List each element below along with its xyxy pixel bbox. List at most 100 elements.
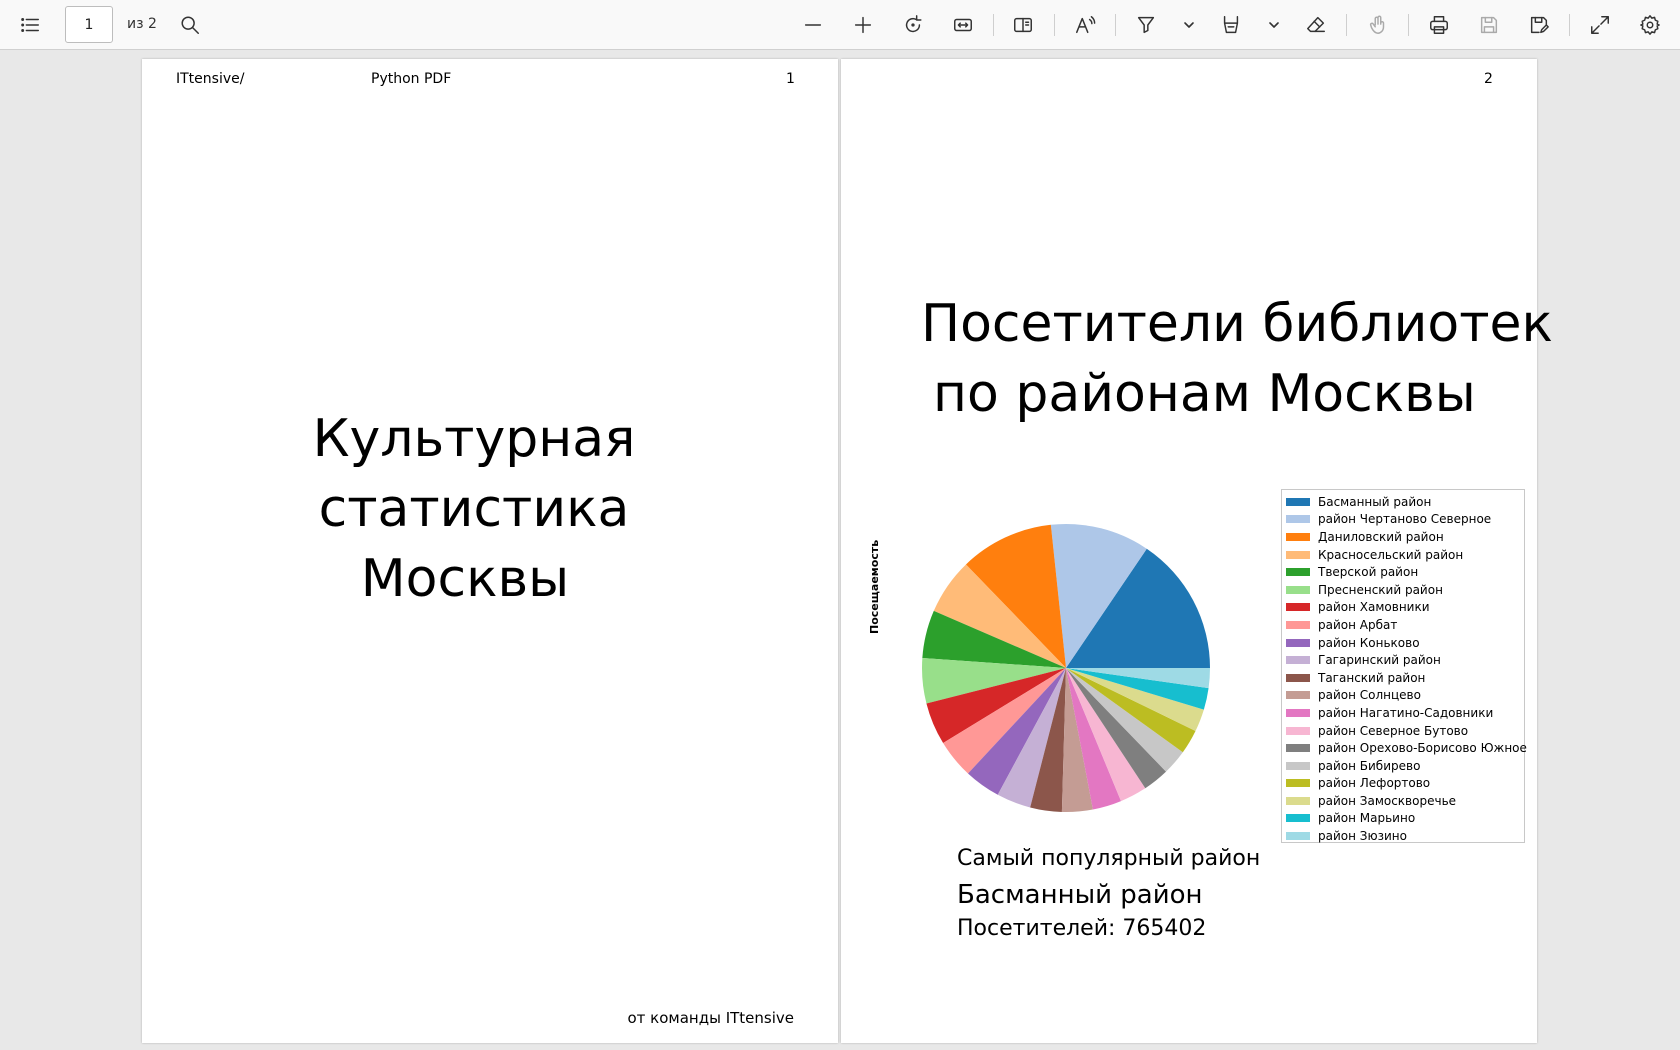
legend-swatch bbox=[1286, 708, 1310, 717]
legend-swatch bbox=[1286, 761, 1310, 770]
print-icon[interactable] bbox=[1421, 7, 1457, 43]
legend-label: район Нагатино-Садовники bbox=[1318, 705, 1494, 720]
legend-swatch bbox=[1286, 744, 1310, 753]
legend-swatch bbox=[1286, 673, 1310, 682]
toolbar-separator bbox=[1346, 14, 1347, 36]
toolbar-separator bbox=[993, 14, 994, 36]
legend-entry: район Зюзино bbox=[1286, 827, 1524, 845]
footer-text: от команды ITtensive bbox=[627, 1009, 794, 1027]
legend-swatch bbox=[1286, 638, 1310, 647]
summary-label: Самый популярный район bbox=[957, 846, 1261, 871]
legend-label: район Орехово-Борисово Южное bbox=[1318, 741, 1527, 756]
legend-swatch bbox=[1286, 814, 1310, 823]
draw-icon[interactable] bbox=[1213, 7, 1249, 43]
summary-district: Басманный район bbox=[957, 880, 1203, 910]
toolbar-separator bbox=[1569, 14, 1570, 36]
page-count: из 2 bbox=[127, 16, 157, 32]
legend-label: район Бибирево bbox=[1318, 758, 1421, 773]
settings-gear-icon[interactable] bbox=[1632, 7, 1668, 43]
rotate-icon[interactable] bbox=[895, 7, 931, 43]
legend-entry: Красносельский район bbox=[1286, 546, 1524, 564]
legend-swatch bbox=[1286, 796, 1310, 805]
summary-block: Самый популярный район Басманный район П… bbox=[957, 846, 1260, 941]
search-icon[interactable] bbox=[172, 7, 208, 43]
summary-visitors: Посетителей: 765402 bbox=[957, 916, 1207, 941]
cover-title-line: статистика bbox=[318, 479, 630, 539]
header-mid: Python PDF bbox=[371, 71, 452, 87]
report-title: Посетители библиотек по районам Москвы bbox=[921, 289, 1553, 429]
cover-title: Культурная статистика Москвы bbox=[142, 404, 806, 614]
legend-label: Красносельский район bbox=[1318, 547, 1464, 562]
legend-label: Гагаринский район bbox=[1318, 653, 1441, 668]
draw-options-chevron-down-icon[interactable] bbox=[1265, 7, 1283, 43]
legend-entry: район Орехово-Борисово Южное bbox=[1286, 739, 1527, 757]
highlight-icon[interactable] bbox=[1128, 7, 1164, 43]
pdf-toolbar: из 2 bbox=[0, 0, 1680, 50]
legend-swatch bbox=[1286, 515, 1310, 524]
zoom-in-icon[interactable] bbox=[845, 7, 881, 43]
legend-label: район Чертаново Северное bbox=[1318, 512, 1492, 527]
pie-chart-svg bbox=[922, 524, 1210, 812]
pdf-page-2: 2 Посетители библиотек по районам Москвы… bbox=[841, 59, 1553, 1043]
zoom-out-icon[interactable] bbox=[795, 7, 831, 43]
page-number: 1 bbox=[786, 71, 795, 87]
cover-title-line: Культурная bbox=[312, 409, 636, 469]
fullscreen-icon[interactable] bbox=[1582, 7, 1618, 43]
read-aloud-icon[interactable] bbox=[1067, 7, 1103, 43]
pdf-page-1: ITtensive/ Python PDF 1 Культурная стати… bbox=[142, 59, 838, 1043]
legend-entry: Басманный район bbox=[1286, 493, 1524, 511]
report-title-line: по районам Москвы bbox=[933, 364, 1476, 424]
legend-entry: район Марьино bbox=[1286, 810, 1524, 828]
legend-label: район Хамовники bbox=[1318, 600, 1430, 615]
header-left: ITtensive/ bbox=[176, 71, 245, 87]
legend-entry: Гагаринский район bbox=[1286, 651, 1524, 669]
save-icon[interactable] bbox=[1471, 7, 1507, 43]
toolbar-separator bbox=[1054, 14, 1055, 36]
pie-chart: Посещаемость Басманный район район Чертан… bbox=[868, 424, 1527, 854]
legend-entry: Пресненский район bbox=[1286, 581, 1524, 599]
page-number: 2 bbox=[1484, 71, 1493, 87]
legend-swatch bbox=[1286, 691, 1310, 700]
legend-swatch bbox=[1286, 603, 1310, 612]
page-number-input[interactable] bbox=[65, 6, 113, 43]
save-as-icon[interactable] bbox=[1521, 7, 1557, 43]
legend-label: Пресненский район bbox=[1318, 582, 1443, 597]
highlight-options-chevron-down-icon[interactable] bbox=[1180, 7, 1198, 43]
legend-entry: район Солнцево bbox=[1286, 687, 1524, 705]
legend-swatch bbox=[1286, 620, 1310, 629]
legend-swatch bbox=[1286, 585, 1310, 594]
legend-label: район Лефортово bbox=[1318, 776, 1431, 791]
legend-swatch bbox=[1286, 779, 1310, 788]
legend-entry: Тверской район bbox=[1286, 563, 1524, 581]
list-icon[interactable] bbox=[12, 7, 48, 43]
legend-label: Тверской район bbox=[1318, 565, 1419, 580]
legend-entry: район Нагатино-Садовники bbox=[1286, 704, 1524, 722]
legend-label: район Северное Бутово bbox=[1318, 723, 1469, 738]
legend-entry: район Северное Бутово bbox=[1286, 722, 1524, 740]
page-view-icon[interactable] bbox=[1005, 7, 1041, 43]
toolbar-separator bbox=[1115, 14, 1116, 36]
legend-label: Басманный район bbox=[1318, 494, 1432, 509]
legend-entry: район Арбат bbox=[1286, 616, 1524, 634]
touch-icon[interactable] bbox=[1360, 7, 1396, 43]
legend-swatch bbox=[1286, 726, 1310, 735]
eraser-icon[interactable] bbox=[1298, 7, 1334, 43]
toolbar-separator bbox=[1408, 14, 1409, 36]
legend-entry: район Замоскворечье bbox=[1286, 792, 1524, 810]
legend-label: район Зюзино bbox=[1318, 829, 1407, 844]
legend-swatch bbox=[1286, 532, 1310, 541]
legend-label: район Коньково bbox=[1318, 635, 1420, 650]
legend-entry: район Хамовники bbox=[1286, 599, 1524, 617]
legend-entry: район Бибирево bbox=[1286, 757, 1524, 775]
legend-label: Даниловский район bbox=[1318, 529, 1444, 544]
legend-entry: район Коньково bbox=[1286, 634, 1524, 652]
report-title-line: Посетители библиотек bbox=[921, 294, 1553, 354]
legend-entry: район Чертаново Северное bbox=[1286, 511, 1524, 529]
legend-swatch bbox=[1286, 568, 1310, 577]
fit-width-icon[interactable] bbox=[945, 7, 981, 43]
chart-legend: Басманный район район Чертаново Северное Д… bbox=[1281, 489, 1527, 845]
legend-swatch bbox=[1286, 497, 1310, 506]
legend-label: район Арбат bbox=[1318, 617, 1398, 632]
legend-label: район Замоскворечье bbox=[1318, 793, 1457, 808]
legend-label: Таганский район bbox=[1318, 670, 1426, 685]
